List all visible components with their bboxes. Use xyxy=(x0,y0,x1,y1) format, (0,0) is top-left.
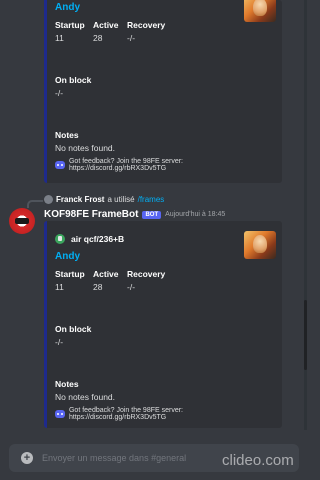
notes-label: Notes xyxy=(55,130,79,140)
notes-value: No notes found. xyxy=(55,143,116,153)
watermark: clideo.com xyxy=(222,452,294,469)
active-label: Active xyxy=(93,269,119,279)
startup-value: 11 xyxy=(55,282,64,292)
reply-reference[interactable]: Franck Frost a utilisé /frames xyxy=(44,195,164,204)
message-header: KOF98FE FrameBot BOT Aujourd'hui à 18:45 xyxy=(44,209,225,220)
bot-name[interactable]: KOF98FE FrameBot xyxy=(44,209,138,220)
startup-label: Startup xyxy=(55,269,85,279)
bot-tag: BOT xyxy=(142,210,162,219)
embed-frame-data: air qcf/236+B Andy Startup 11 Active 28 … xyxy=(44,221,282,428)
recovery-value: -/- xyxy=(127,282,136,292)
embed-footer: Got feedback? Join the 98FE server: http… xyxy=(55,407,282,421)
character-thumbnail[interactable] xyxy=(244,231,276,259)
reply-command[interactable]: /frames xyxy=(138,195,165,204)
character-name[interactable]: Andy xyxy=(55,251,80,262)
discord-icon xyxy=(55,410,65,418)
plus-icon[interactable]: + xyxy=(21,452,33,464)
reply-avatar[interactable] xyxy=(44,195,53,204)
onblock-value: -/- xyxy=(55,337,64,347)
footer-text: Got feedback? Join the 98FE server: http… xyxy=(68,158,183,172)
active-value: 28 xyxy=(93,33,103,43)
notes-value: No notes found. xyxy=(55,392,116,402)
embed-footer: Got feedback? Join the 98FE server: http… xyxy=(55,158,282,172)
active-value: 28 xyxy=(93,282,103,292)
reply-author[interactable]: Franck Frost xyxy=(56,195,104,204)
startup-label: Startup xyxy=(55,20,85,30)
move-name: air qcf/236+B xyxy=(71,234,125,244)
onblock-label: On block xyxy=(55,75,92,85)
recovery-label: Recovery xyxy=(127,269,166,279)
discord-icon xyxy=(55,161,65,169)
recovery-value: -/- xyxy=(127,33,136,43)
onblock-label: On block xyxy=(55,324,92,334)
startup-value: 11 xyxy=(55,33,64,43)
message-input[interactable] xyxy=(42,451,212,465)
footer-text: Got feedback? Join the 98FE server: http… xyxy=(68,407,183,421)
character-thumbnail[interactable] xyxy=(244,0,276,22)
message-timestamp: Aujourd'hui à 18:45 xyxy=(165,211,226,218)
reply-connector xyxy=(27,200,43,208)
character-name[interactable]: Andy xyxy=(55,2,80,13)
scrollbar-thumb[interactable] xyxy=(304,300,307,370)
embed-previous: Andy Startup 11 Active 28 Recovery -/- O… xyxy=(44,0,282,183)
active-label: Active xyxy=(93,20,119,30)
recovery-label: Recovery xyxy=(127,20,166,30)
reply-text: a utilisé xyxy=(107,195,135,204)
move-icon xyxy=(55,234,65,244)
bot-avatar[interactable] xyxy=(9,208,35,234)
move-header: air qcf/236+B xyxy=(55,234,124,244)
notes-label: Notes xyxy=(55,379,79,389)
onblock-value: -/- xyxy=(55,88,64,98)
